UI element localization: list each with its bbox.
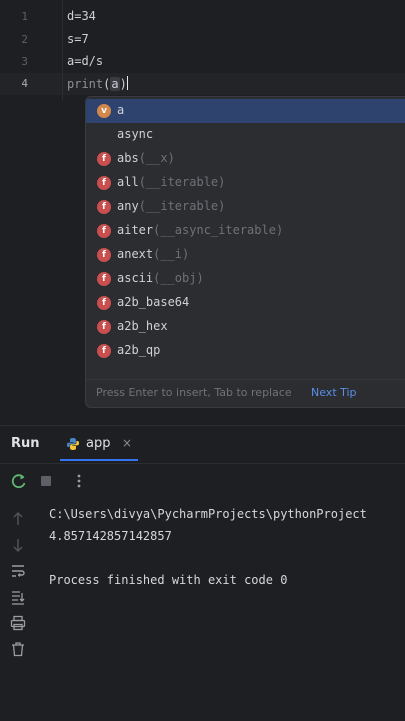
completion-signature: (__async_iterable) bbox=[153, 223, 284, 237]
function-icon: f bbox=[97, 224, 111, 238]
completion-signature: (__obj) bbox=[153, 271, 204, 285]
completion-item[interactable]: f aiter(__async_iterable) bbox=[86, 219, 405, 243]
line-number: 1 bbox=[21, 10, 28, 23]
completion-item[interactable]: v a bbox=[86, 99, 405, 123]
run-toolbar bbox=[0, 464, 405, 498]
scroll-to-end-icon[interactable] bbox=[9, 588, 27, 606]
completion-signature: (__x) bbox=[138, 151, 175, 165]
console-output[interactable]: C:\Users\divya\PycharmProjects\pythonPro… bbox=[49, 503, 367, 591]
run-tab-bar: Run app × bbox=[0, 426, 405, 462]
rerun-icon[interactable] bbox=[10, 472, 28, 490]
close-paren: ) bbox=[119, 77, 127, 91]
python-icon bbox=[67, 438, 79, 450]
more-options-icon[interactable] bbox=[70, 472, 88, 490]
function-icon: f bbox=[97, 200, 111, 214]
variable-icon: v bbox=[97, 104, 111, 118]
completion-item[interactable]: f ascii(__obj) bbox=[86, 267, 405, 291]
console-line: Process finished with exit code 0 bbox=[49, 573, 288, 587]
completion-label: a bbox=[117, 103, 125, 117]
function-icon: f bbox=[97, 176, 111, 190]
function-icon: f bbox=[97, 272, 111, 286]
indent-guide bbox=[62, 0, 63, 100]
line-number: 2 bbox=[21, 33, 28, 46]
code-line[interactable]: s=7 bbox=[67, 32, 89, 46]
completion-item[interactable]: f a2b_qp bbox=[86, 339, 405, 363]
trash-icon[interactable] bbox=[9, 640, 27, 658]
completion-signature: (__iterable) bbox=[138, 175, 226, 189]
function-name: print bbox=[67, 77, 104, 91]
code-completion-popup[interactable]: v a async f abs(__x) f all(__iterable) f… bbox=[85, 96, 405, 408]
text-caret bbox=[126, 76, 128, 90]
completion-label: anext bbox=[117, 247, 154, 261]
code-line-current[interactable]: print(a) bbox=[67, 76, 128, 91]
line-number: 3 bbox=[21, 55, 28, 68]
completion-item[interactable]: f any(__iterable) bbox=[86, 195, 405, 219]
completion-label: async bbox=[117, 127, 154, 141]
arrow-up-icon[interactable] bbox=[9, 510, 27, 528]
next-tip-link[interactable]: Next Tip bbox=[311, 380, 357, 406]
function-icon: f bbox=[97, 296, 111, 310]
completion-label: ascii bbox=[117, 271, 154, 285]
completion-item[interactable]: f a2b_hex bbox=[86, 315, 405, 339]
function-icon: f bbox=[97, 320, 111, 334]
run-config-name: app bbox=[86, 436, 111, 451]
function-icon: f bbox=[97, 344, 111, 358]
active-tab-indicator bbox=[60, 459, 138, 461]
arrow-down-icon[interactable] bbox=[9, 536, 27, 554]
completion-item[interactable]: async bbox=[86, 123, 405, 147]
close-icon[interactable]: × bbox=[122, 436, 132, 450]
completion-label: aiter bbox=[117, 223, 154, 237]
current-line-highlight bbox=[0, 73, 405, 95]
completion-hint: Press Enter to insert, Tab to replace bbox=[96, 386, 292, 399]
code-line[interactable]: a=d/s bbox=[67, 54, 103, 68]
completion-item[interactable]: f anext(__i) bbox=[86, 243, 405, 267]
console-line: 4.857142857142857 bbox=[49, 529, 172, 543]
function-icon: f bbox=[97, 152, 111, 166]
run-title: Run bbox=[11, 436, 40, 451]
completion-label: a2b_qp bbox=[117, 343, 161, 357]
completion-label: a2b_hex bbox=[117, 319, 168, 333]
completion-signature: (__i) bbox=[153, 247, 190, 261]
typed-argument: a bbox=[110, 77, 120, 91]
console-line: C:\Users\divya\PycharmProjects\pythonPro… bbox=[49, 507, 367, 521]
code-line[interactable]: d=34 bbox=[67, 9, 96, 23]
completion-footer: Press Enter to insert, Tab to replace Ne… bbox=[86, 379, 405, 407]
completion-label: any bbox=[117, 199, 139, 213]
completion-signature: (__iterable) bbox=[138, 199, 226, 213]
completion-label: all bbox=[117, 175, 139, 189]
run-tool-window: Run app × C:\Users\divya\PycharmProjects… bbox=[0, 425, 405, 721]
completion-item[interactable]: f abs(__x) bbox=[86, 147, 405, 171]
print-icon[interactable] bbox=[9, 614, 27, 632]
completion-label: a2b_base64 bbox=[117, 295, 190, 309]
completion-item[interactable]: f a2b_base64 bbox=[86, 291, 405, 315]
completion-label: abs bbox=[117, 151, 139, 165]
code-editor[interactable]: 1 2 3 4 d=34 s=7 a=d/s print(a) v a asyn… bbox=[0, 0, 405, 425]
console-side-toolbar bbox=[0, 498, 36, 721]
soft-wrap-icon[interactable] bbox=[9, 562, 27, 580]
function-icon: f bbox=[97, 248, 111, 262]
stop-icon[interactable] bbox=[37, 472, 55, 490]
line-number-gutter: 1 2 3 4 bbox=[0, 0, 44, 425]
line-number-current: 4 bbox=[21, 77, 28, 90]
completion-item[interactable]: f all(__iterable) bbox=[86, 171, 405, 195]
